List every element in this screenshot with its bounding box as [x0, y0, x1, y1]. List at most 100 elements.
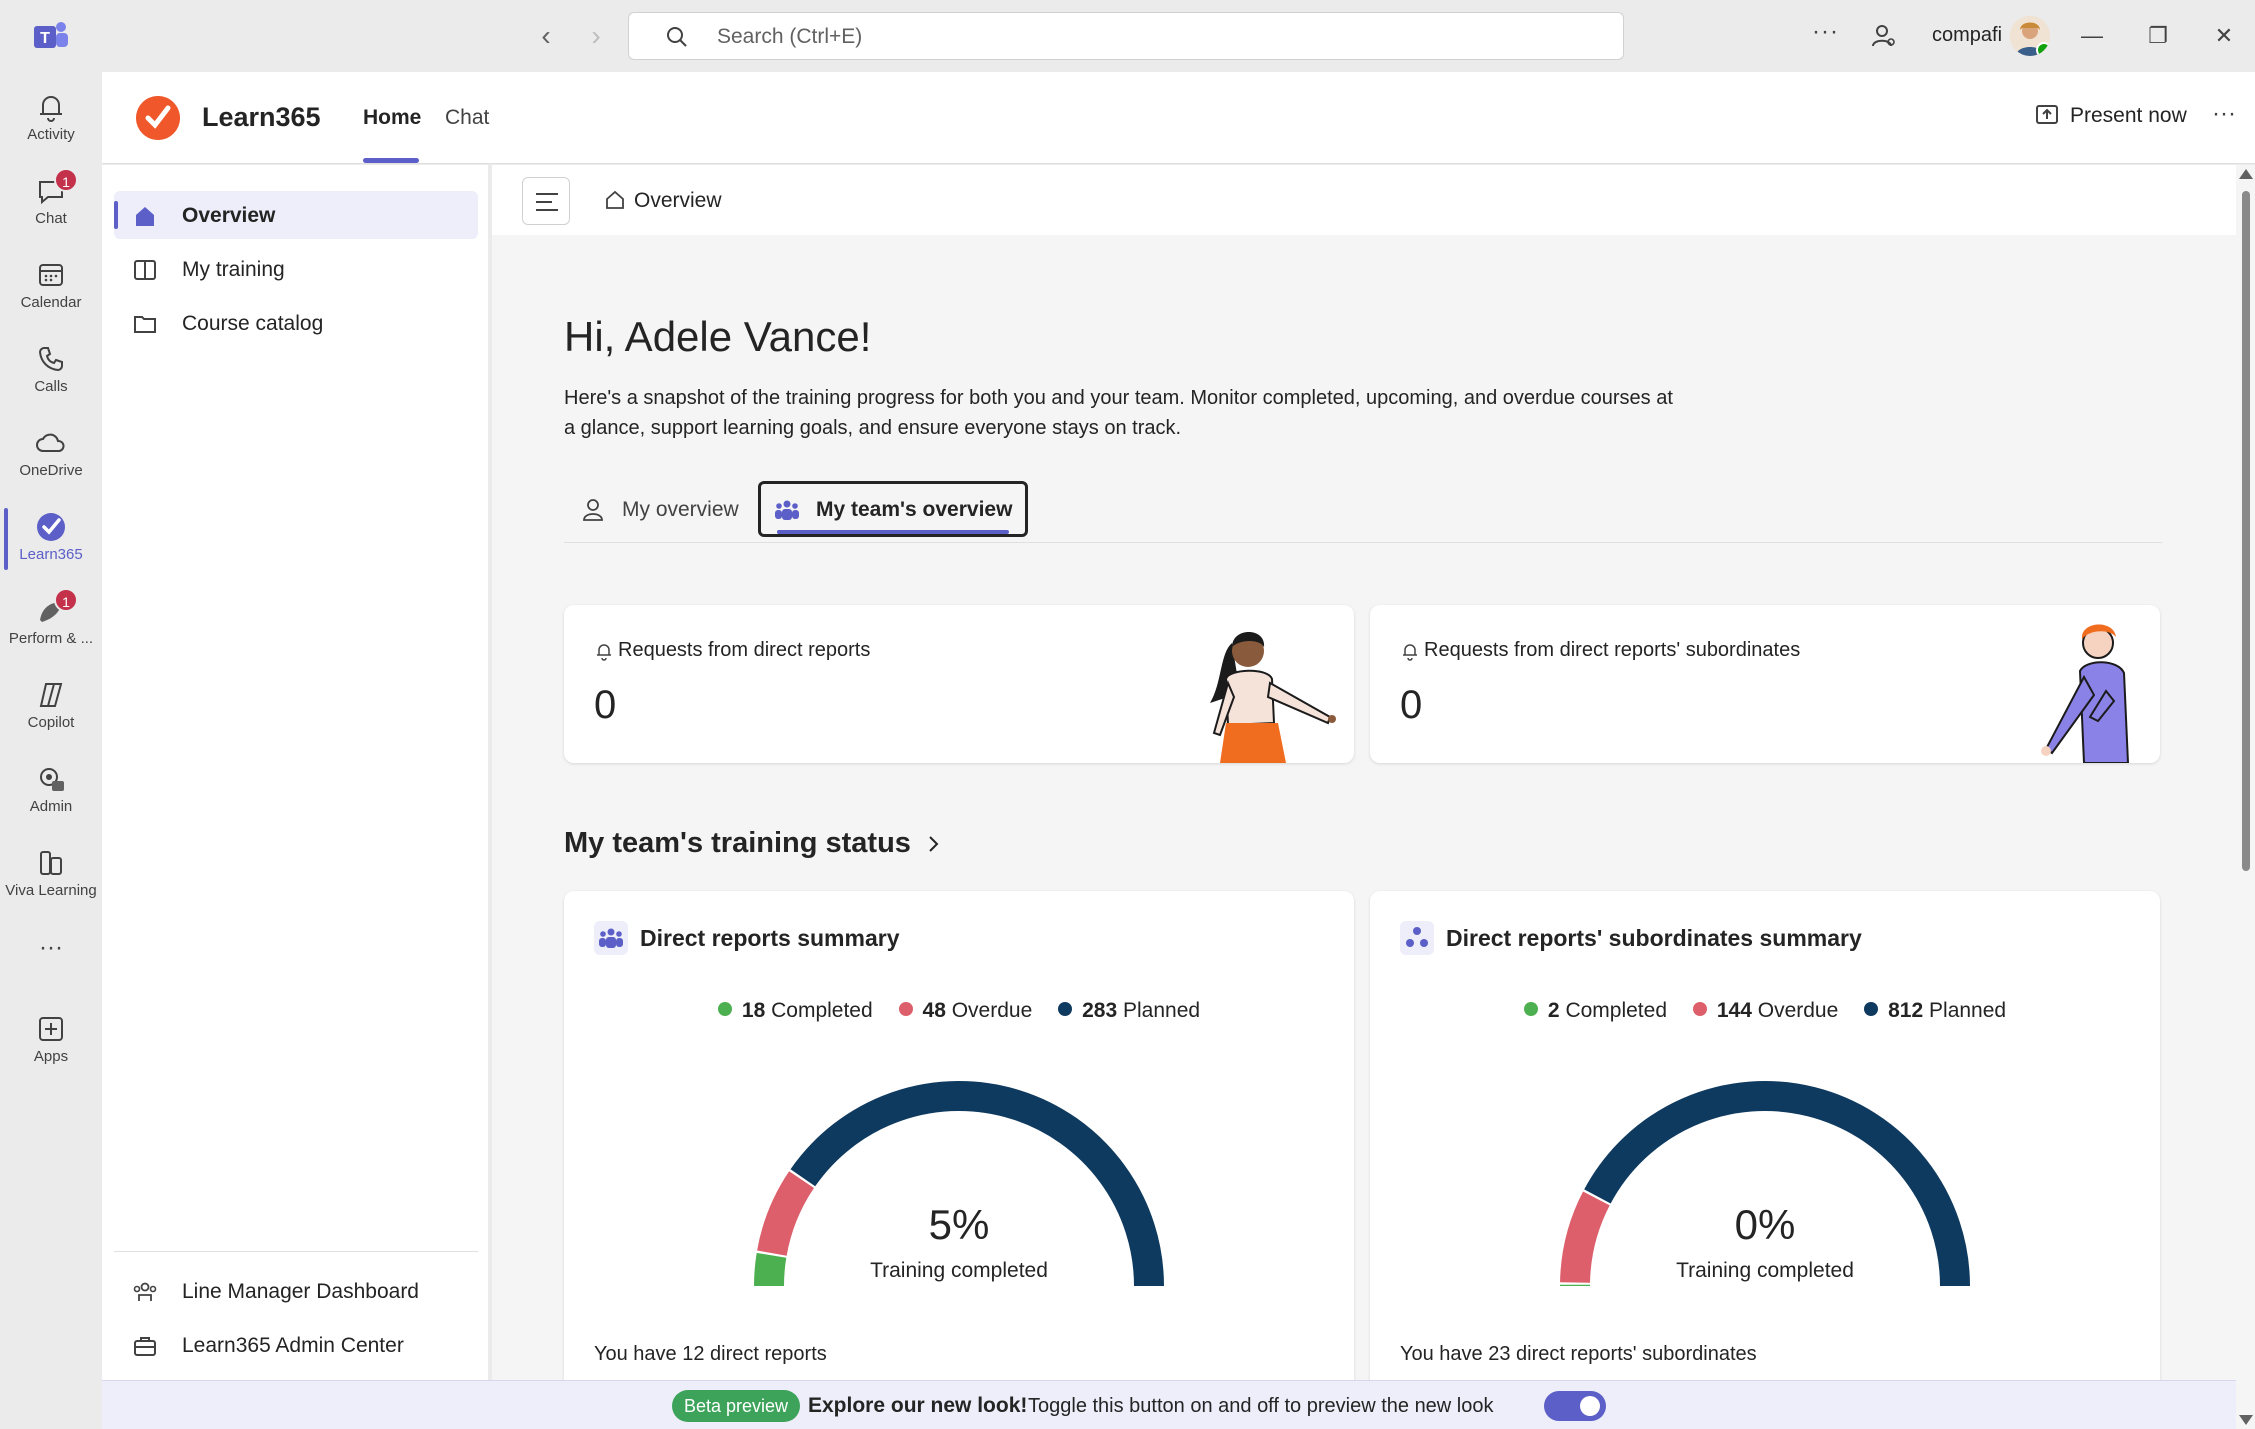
legend-label: Overdue [951, 999, 1033, 1022]
main-scrollbar[interactable] [2236, 165, 2255, 1429]
rail-item-viva-learning[interactable]: Viva Learning [0, 836, 102, 916]
more-options-icon[interactable]: ··· [2212, 100, 2236, 128]
rail-label: Viva Learning [5, 882, 97, 899]
legend-planned: 283 Planned [1058, 999, 1200, 1023]
back-arrow-icon[interactable]: ‹ [530, 20, 562, 52]
rail-item-activity[interactable]: Activity [0, 80, 102, 160]
requests-title: Requests from direct reports' subordinat… [1424, 639, 1801, 661]
overdue-dot-icon [898, 1002, 913, 1016]
toggle-knob [1580, 1396, 1600, 1416]
scroll-down-icon[interactable] [2239, 1415, 2253, 1425]
scroll-up-icon[interactable] [2239, 169, 2253, 179]
sidebar-item-line-manager-dashboard[interactable]: Line Manager Dashboard [114, 1267, 478, 1315]
main-content: Overview Hi, Adele Vance! Here's a snaps… [492, 165, 2236, 1380]
minimize-icon[interactable]: — [2074, 18, 2110, 54]
breadcrumb[interactable]: Overview [634, 189, 722, 213]
sidebar-item-my-training[interactable]: My training [114, 245, 478, 293]
rail-label: Calls [34, 378, 68, 395]
requests-count: 0 [1400, 683, 1423, 727]
gauge-segment-planned [790, 1081, 1164, 1287]
org-icon [1400, 921, 1434, 955]
legend-completed: 2 Completed [1523, 999, 1667, 1023]
tab-home[interactable]: Home [363, 106, 421, 130]
page-title: Hi, Adele Vance! [564, 313, 872, 360]
user-name[interactable]: compafi [1932, 24, 2002, 47]
rail-item-learn365[interactable]: Learn365 [0, 500, 102, 580]
sidebar-item-label: Line Manager Dashboard [182, 1280, 419, 1303]
home-outline-icon [606, 190, 624, 209]
breadcrumb-bar: Overview [492, 165, 2236, 235]
search-input[interactable]: Search (Ctrl+E) [628, 12, 1624, 60]
rail-item-perform[interactable]: 1 Perform & ... [0, 584, 102, 664]
gauge-segment-planned [1584, 1081, 1970, 1287]
sidebar-item-overview[interactable]: Overview [114, 191, 478, 239]
rail-item-apps[interactable]: Apps [0, 1002, 102, 1082]
search-icon [667, 27, 687, 47]
team-filled-icon [775, 500, 799, 520]
bell-icon [597, 644, 611, 661]
people-settings-icon[interactable] [1870, 22, 1898, 50]
status-available-icon [2036, 42, 2050, 56]
apps-icon [39, 1017, 63, 1041]
tab-chat[interactable]: Chat [445, 106, 489, 130]
team-filled-icon [594, 921, 628, 955]
summary-legend: 2 Completed 144 Overdue 812 Planned [1370, 999, 2160, 1023]
planned-count: 812 [1888, 999, 1924, 1022]
tab-my-overview[interactable]: My overview [564, 481, 750, 537]
legend-overdue: 48 Overdue [898, 999, 1033, 1023]
beta-title: Explore our new look! [808, 1394, 1028, 1417]
sidebar-item-course-catalog[interactable]: Course catalog [114, 299, 478, 347]
overdue-count: 48 [922, 999, 946, 1022]
requests-direct-reports-card[interactable]: Requests from direct reports 0 [564, 605, 1354, 763]
restore-icon[interactable]: ❐ [2140, 18, 2176, 54]
rail-label: OneDrive [19, 462, 83, 479]
completed-dot-icon [717, 1002, 732, 1016]
app-rail: Activity 1 Chat Calendar Calls OneDrive … [0, 72, 102, 1429]
legend-overdue: 144 Overdue [1692, 999, 1838, 1023]
sidebar-item-label: Course catalog [182, 312, 324, 335]
rail-item-admin[interactable]: Admin [0, 752, 102, 832]
rail-item-onedrive[interactable]: OneDrive [0, 416, 102, 496]
more-options-icon[interactable]: ··· [1812, 18, 1839, 46]
rail-item-calls[interactable]: Calls [0, 332, 102, 412]
close-icon[interactable]: ✕ [2206, 18, 2242, 54]
overdue-count: 144 [1716, 999, 1752, 1022]
learn365-logo-icon [136, 96, 180, 140]
rail-item-calendar[interactable]: Calendar [0, 248, 102, 328]
sidebar-divider [114, 1251, 478, 1252]
section-title[interactable]: My team's training status [564, 827, 911, 860]
legend-label: Planned [1123, 999, 1201, 1022]
rail-label: Calendar [20, 294, 82, 311]
completed-count: 18 [741, 999, 766, 1022]
copilot-icon [39, 683, 63, 707]
title-bar: T ‹ › Search (Ctrl+E) ··· compafi — ❐ ✕ [0, 0, 2255, 72]
home-icon [136, 207, 154, 226]
rail-item-copilot[interactable]: Copilot [0, 668, 102, 748]
rail-item-chat[interactable]: 1 Chat [0, 164, 102, 244]
avatar[interactable] [2010, 16, 2050, 56]
rail-label: Learn365 [19, 546, 83, 563]
chevron-right-icon[interactable] [922, 833, 944, 855]
sidebar-item-admin-center[interactable]: Learn365 Admin Center [114, 1321, 478, 1369]
forward-arrow-icon[interactable]: › [580, 20, 612, 52]
toggle-sidebar-button[interactable] [522, 177, 570, 225]
present-now-button[interactable]: Present now [2070, 104, 2187, 128]
legend-label: Planned [1929, 999, 2007, 1022]
sidebar: Overview My training Course catalog Line… [102, 165, 488, 1380]
requests-subordinates-card[interactable]: Requests from direct reports' subordinat… [1370, 605, 2160, 763]
rail-more-apps[interactable]: ··· [0, 926, 102, 970]
gauge-percent: 0% [1734, 1201, 1796, 1248]
summary-legend: 18 Completed 48 Overdue 283 Planned [564, 999, 1354, 1023]
phone-icon [38, 347, 63, 372]
completed-dot-icon [1523, 1002, 1538, 1016]
beta-badge: Beta preview [672, 1390, 801, 1422]
sidebar-item-label: My training [182, 258, 285, 281]
tab-my-teams-overview[interactable]: My team's overview [758, 481, 1028, 537]
gauge-percent: 5% [928, 1201, 990, 1248]
scroll-thumb[interactable] [2242, 191, 2250, 871]
new-look-toggle[interactable] [1544, 1391, 1606, 1421]
present-icon[interactable] [2034, 102, 2060, 128]
gauge-label: Training completed [1676, 1259, 1854, 1282]
search-placeholder: Search (Ctrl+E) [717, 25, 863, 48]
teams-logo-icon[interactable]: T [30, 18, 70, 54]
